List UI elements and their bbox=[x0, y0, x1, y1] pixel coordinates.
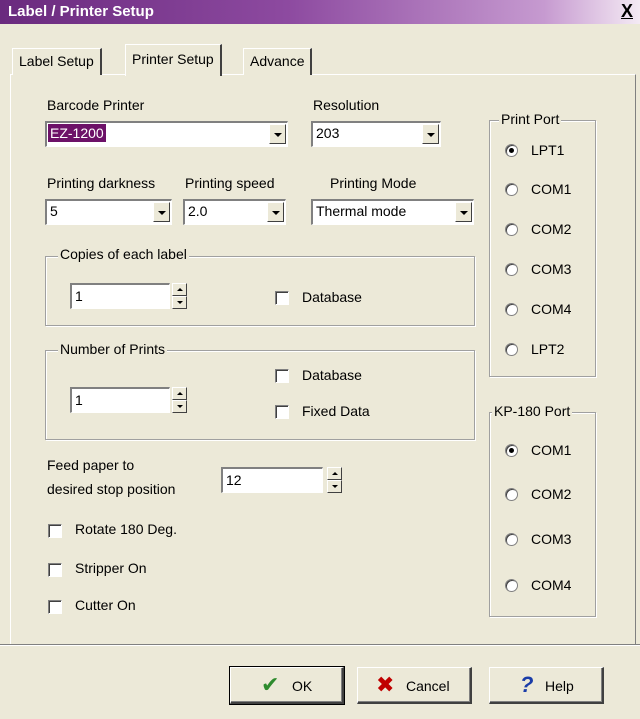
kp-port-label-com3: COM3 bbox=[531, 531, 572, 547]
print-port-label-com2: COM2 bbox=[531, 221, 572, 237]
print-port-radio-com1[interactable] bbox=[505, 183, 518, 196]
prints-fixed-data-checkbox[interactable] bbox=[275, 405, 289, 419]
printing-speed-select[interactable]: 2.0 bbox=[183, 199, 286, 225]
printing-speed-label: Printing speed bbox=[185, 175, 275, 191]
copies-input[interactable]: 1 bbox=[70, 283, 170, 309]
resolution-value: 203 bbox=[316, 125, 340, 141]
feed-label-line2: desired stop position bbox=[47, 481, 176, 497]
x-icon: ✖ bbox=[376, 672, 395, 697]
chevron-down-icon[interactable] bbox=[269, 124, 286, 144]
kp-port-label-com1: COM1 bbox=[531, 442, 572, 458]
help-label: Help bbox=[545, 678, 574, 694]
feed-label-line1: Feed paper to bbox=[47, 457, 135, 473]
prints-fixed-data-label: Fixed Data bbox=[302, 403, 370, 419]
kp-port-radio-com4[interactable] bbox=[505, 579, 518, 592]
rotate-checkbox[interactable] bbox=[48, 524, 62, 538]
printing-darkness-label: Printing darkness bbox=[47, 175, 156, 191]
printing-speed-value: 2.0 bbox=[188, 203, 208, 219]
feed-value: 12 bbox=[226, 472, 242, 488]
print-port-label-com3: COM3 bbox=[531, 261, 572, 277]
printing-mode-label: Printing Mode bbox=[330, 175, 417, 191]
spin-down-icon[interactable] bbox=[327, 480, 342, 493]
print-port-group bbox=[489, 120, 596, 377]
chevron-down-icon[interactable] bbox=[455, 202, 472, 222]
barcode-printer-select[interactable]: EZ-1200 bbox=[45, 121, 288, 147]
cancel-label: Cancel bbox=[406, 678, 450, 694]
print-port-label-lpt1: LPT1 bbox=[531, 142, 565, 158]
chevron-down-icon[interactable] bbox=[267, 202, 284, 222]
printing-darkness-value: 5 bbox=[50, 203, 58, 219]
print-port-radio-com3[interactable] bbox=[505, 263, 518, 276]
chevron-down-icon[interactable] bbox=[153, 202, 170, 222]
question-mark-icon: ? bbox=[520, 672, 534, 697]
prints-database-checkbox[interactable] bbox=[275, 369, 289, 383]
kp-port-label: KP-180 Port bbox=[492, 403, 573, 419]
resolution-label: Resolution bbox=[313, 97, 380, 113]
copies-group-label: Copies of each label bbox=[58, 246, 189, 262]
bottom-separator bbox=[0, 644, 640, 646]
spin-up-icon[interactable] bbox=[327, 467, 342, 480]
print-port-label-lpt2: LPT2 bbox=[531, 341, 565, 357]
spin-up-icon[interactable] bbox=[172, 387, 187, 400]
kp-port-label-com4: COM4 bbox=[531, 577, 572, 593]
barcode-printer-label: Barcode Printer bbox=[47, 97, 145, 113]
title-bar: Label / Printer Setup X bbox=[0, 0, 640, 24]
prints-database-label: Database bbox=[302, 367, 362, 383]
rotate-label: Rotate 180 Deg. bbox=[75, 521, 177, 537]
prints-value: 1 bbox=[75, 392, 83, 408]
cutter-label: Cutter On bbox=[75, 597, 136, 613]
kp-port-label-com2: COM2 bbox=[531, 486, 572, 502]
spin-down-icon[interactable] bbox=[172, 400, 187, 413]
prints-group-label: Number of Prints bbox=[58, 341, 168, 357]
stripper-label: Stripper On bbox=[75, 560, 147, 576]
print-port-label-com4: COM4 bbox=[531, 301, 572, 317]
tab-label-setup[interactable]: Label Setup bbox=[12, 48, 102, 75]
ok-button[interactable]: ✔ OK bbox=[229, 666, 345, 705]
printing-darkness-select[interactable]: 5 bbox=[45, 199, 172, 225]
print-port-radio-lpt1[interactable] bbox=[505, 144, 518, 157]
spin-up-icon[interactable] bbox=[172, 283, 187, 296]
copies-spinner[interactable] bbox=[172, 283, 187, 309]
copies-database-checkbox[interactable] bbox=[275, 291, 289, 305]
kp-port-radio-com3[interactable] bbox=[505, 533, 518, 546]
prints-input[interactable]: 1 bbox=[70, 387, 170, 413]
copies-database-label: Database bbox=[302, 289, 362, 305]
feed-input[interactable]: 12 bbox=[221, 467, 323, 493]
printing-mode-select[interactable]: Thermal mode bbox=[311, 199, 474, 225]
stripper-checkbox[interactable] bbox=[48, 563, 62, 577]
help-button[interactable]: ? Help bbox=[489, 667, 604, 704]
kp-port-radio-com2[interactable] bbox=[505, 488, 518, 501]
barcode-printer-value: EZ-1200 bbox=[47, 123, 107, 143]
print-port-label-com1: COM1 bbox=[531, 181, 572, 197]
window-title: Label / Printer Setup bbox=[8, 3, 154, 20]
checkmark-icon: ✔ bbox=[261, 672, 280, 697]
spin-down-icon[interactable] bbox=[172, 296, 187, 309]
print-port-radio-com4[interactable] bbox=[505, 303, 518, 316]
tab-printer-setup[interactable]: Printer Setup bbox=[125, 44, 222, 76]
cutter-checkbox[interactable] bbox=[48, 600, 62, 614]
kp-port-radio-com1[interactable] bbox=[505, 444, 518, 457]
print-port-radio-lpt2[interactable] bbox=[505, 343, 518, 356]
print-port-label: Print Port bbox=[499, 111, 562, 127]
feed-spinner[interactable] bbox=[327, 467, 342, 493]
ok-label: OK bbox=[292, 678, 313, 694]
tab-advance[interactable]: Advance bbox=[243, 48, 313, 75]
chevron-down-icon[interactable] bbox=[422, 124, 439, 144]
copies-value: 1 bbox=[75, 288, 83, 304]
printing-mode-value: Thermal mode bbox=[316, 203, 407, 219]
cancel-button[interactable]: ✖ Cancel bbox=[357, 667, 472, 704]
print-port-radio-com2[interactable] bbox=[505, 223, 518, 236]
resolution-select[interactable]: 203 bbox=[311, 121, 441, 147]
close-icon[interactable]: X bbox=[618, 1, 636, 21]
prints-spinner[interactable] bbox=[172, 387, 187, 413]
